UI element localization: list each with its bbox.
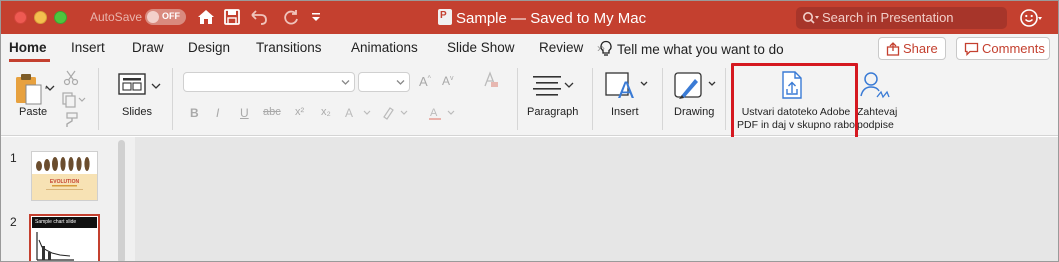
group-separator (98, 68, 99, 130)
lightbulb-icon (600, 40, 612, 56)
slide-2-title: Sample chart slide (35, 219, 77, 225)
zoom-window-button[interactable] (54, 11, 67, 24)
underline-button[interactable]: U (240, 106, 249, 120)
toggle-knob (147, 11, 159, 23)
drawing-label: Drawing (674, 106, 715, 118)
paragraph-label: Paragraph (527, 106, 579, 118)
svg-text:A: A (345, 106, 353, 120)
font-size-dropdown[interactable] (358, 72, 410, 92)
group-separator (592, 68, 593, 130)
request-signatures-label: Zahtevaj podpise (857, 106, 898, 131)
document-title-text: Sample — Saved to My Mac (456, 10, 647, 27)
insert-textbox-icon[interactable]: A (604, 70, 648, 102)
superscript-button[interactable]: x² (295, 106, 304, 118)
app-window: AutoSave OFF Sample — Saved to My Mac (0, 0, 1059, 262)
group-separator (517, 68, 518, 130)
undo-icon[interactable] (247, 7, 271, 27)
slide-thumbnail-2[interactable]: Sample chart slide (29, 214, 100, 261)
highlight-color-icon[interactable] (381, 105, 411, 121)
copy-icon[interactable] (61, 92, 87, 108)
evolution-illustration-icon (32, 152, 97, 200)
group-separator (172, 68, 173, 130)
comments-button[interactable]: Comments (956, 37, 1050, 60)
svg-text:A: A (430, 107, 438, 119)
text-effects-icon[interactable]: A (344, 105, 374, 121)
strikethrough-button[interactable]: abc (263, 106, 281, 118)
ribbon-home: Paste Slides A^ Av B I U abc x² x₂ A A P… (1, 62, 1058, 136)
tab-insert[interactable]: Insert (71, 40, 105, 55)
paragraph-icon[interactable] (532, 74, 574, 96)
paste-options-chevron-icon[interactable] (45, 84, 55, 92)
font-name-dropdown[interactable] (183, 72, 355, 92)
save-icon[interactable] (222, 7, 242, 27)
search-placeholder: Search in Presentation (822, 10, 954, 25)
minimize-window-button[interactable] (34, 11, 47, 24)
svg-text:A: A (618, 77, 634, 102)
slide-editing-canvas[interactable] (135, 137, 1058, 261)
thumbnail-number: 1 (10, 151, 17, 165)
slide-1-title: EVOLUTION (49, 179, 80, 185)
tab-draw[interactable]: Draw (132, 40, 164, 55)
thumbnail-scrollbar[interactable] (118, 140, 125, 261)
request-signatures-icon[interactable] (859, 70, 893, 102)
slide-2-chart-icon (36, 232, 74, 261)
comment-icon (964, 42, 979, 56)
clipboard-paste-icon[interactable] (13, 72, 47, 106)
close-window-button[interactable] (14, 11, 27, 24)
new-slide-icon[interactable] (118, 72, 148, 98)
subscript-button[interactable]: x₂ (321, 106, 331, 118)
tab-animations[interactable]: Animations (351, 40, 418, 55)
powerpoint-file-icon (438, 9, 452, 25)
autosave-toggle[interactable]: OFF (145, 9, 186, 25)
slides-label: Slides (122, 106, 152, 118)
clear-formatting-icon[interactable] (483, 71, 499, 89)
chevron-down-icon (396, 80, 405, 85)
slide-2-header: Sample chart slide (32, 217, 97, 228)
customize-toolbar-icon[interactable] (309, 7, 323, 27)
search-icon (803, 12, 819, 24)
comments-label: Comments (982, 41, 1045, 56)
cut-icon[interactable] (63, 70, 79, 86)
slide-thumbnail-1[interactable]: EVOLUTION (31, 151, 98, 201)
feedback-smiley-icon[interactable] (1020, 7, 1042, 29)
tab-design[interactable]: Design (188, 40, 230, 55)
increase-font-size-icon[interactable]: A^ (419, 74, 431, 89)
autosave-state: OFF (162, 11, 180, 21)
italic-button[interactable]: I (216, 106, 219, 120)
decrease-font-size-icon[interactable]: Av (442, 74, 454, 88)
tell-me-box[interactable]: Tell me what you want to do (599, 40, 784, 57)
paste-label: Paste (19, 106, 48, 118)
insert-label: Insert (611, 106, 639, 118)
tab-transitions[interactable]: Transitions (256, 40, 322, 55)
share-label: Share (903, 41, 938, 56)
group-separator (662, 68, 663, 130)
bold-button[interactable]: B (190, 106, 199, 120)
group-separator (725, 68, 726, 130)
search-field[interactable]: Search in Presentation (796, 7, 1007, 29)
tab-review[interactable]: Review (539, 40, 583, 55)
share-button[interactable]: Share (878, 37, 946, 60)
chevron-down-icon (341, 80, 350, 85)
document-title: Sample — Saved to My Mac (438, 9, 646, 27)
font-color-icon[interactable]: A (428, 105, 458, 121)
thumbnail-number: 2 (10, 215, 17, 229)
share-icon (886, 42, 900, 56)
redo-icon[interactable] (281, 7, 301, 27)
highlight-annotation (731, 63, 858, 142)
tab-slide-show[interactable]: Slide Show (447, 40, 515, 55)
title-bar: AutoSave OFF Sample — Saved to My Mac (1, 1, 1058, 34)
home-icon[interactable] (196, 7, 216, 27)
tab-home[interactable]: Home (9, 40, 47, 55)
format-painter-icon[interactable] (61, 112, 79, 128)
tell-me-text: Tell me what you want to do (617, 42, 784, 57)
slides-chevron-icon[interactable] (151, 82, 161, 90)
drawing-shapes-icon[interactable] (673, 70, 719, 102)
autosave-label: AutoSave (90, 10, 143, 24)
